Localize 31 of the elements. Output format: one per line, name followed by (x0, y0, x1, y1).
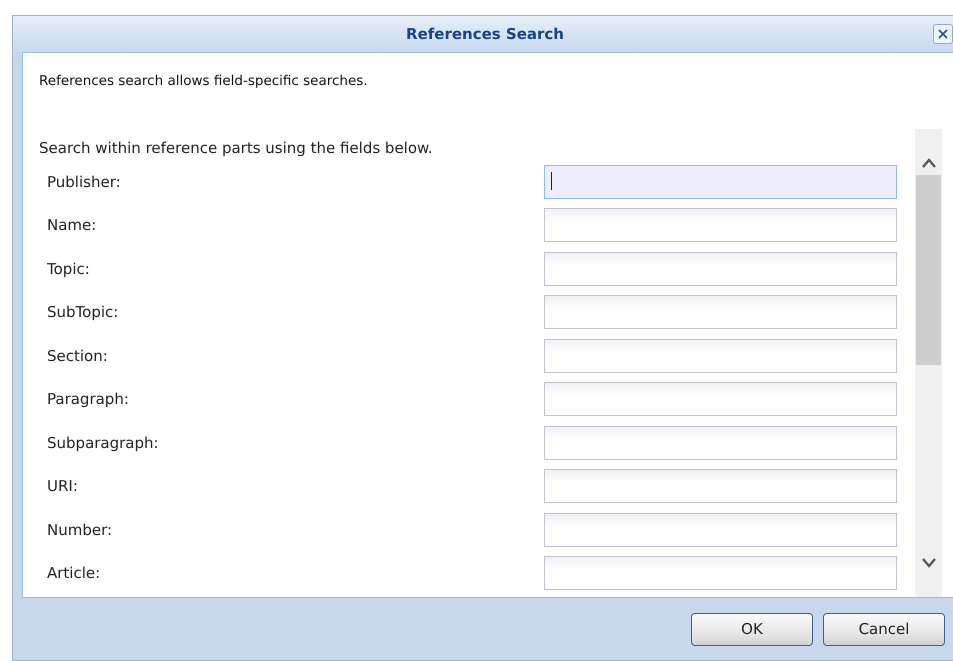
field-label: SubTopic: (46, 303, 120, 322)
field-label: URI: (46, 477, 79, 496)
field-label: Article: (46, 564, 102, 582)
scroll-down-icon[interactable] (920, 557, 936, 569)
intro-text: References search allows field-specific searches. (39, 73, 369, 89)
text-field[interactable] (544, 382, 897, 416)
text-field[interactable] (544, 208, 897, 242)
text-field[interactable] (544, 556, 897, 590)
scroll-up-icon[interactable] (920, 157, 936, 169)
field-label: Subparagraph: (46, 434, 160, 452)
window-title: References Search (406, 25, 564, 43)
text-field[interactable] (544, 295, 897, 330)
field-label: Publisher: (46, 172, 122, 191)
text-field[interactable] (544, 512, 897, 547)
close-icon (937, 28, 949, 40)
dialog-button[interactable]: OK (691, 612, 813, 646)
field-label: Paragraph: (46, 390, 130, 408)
text-field[interactable] (544, 426, 897, 460)
text-field[interactable] (544, 164, 897, 199)
field-label: Name: (46, 216, 98, 234)
close-button[interactable] (933, 24, 953, 44)
field-label: Topic: (46, 260, 91, 278)
scroll-thumb[interactable] (916, 175, 941, 365)
dialog-button[interactable]: Cancel (823, 612, 945, 646)
text-field[interactable] (544, 469, 897, 504)
text-field[interactable] (544, 252, 897, 286)
scrollbar[interactable] (915, 129, 942, 597)
instructions-text: Search within reference parts using the fields below. (39, 139, 434, 157)
field-label: Number: (46, 520, 114, 539)
field-label: Section: (46, 346, 109, 365)
text-field[interactable] (544, 338, 897, 373)
